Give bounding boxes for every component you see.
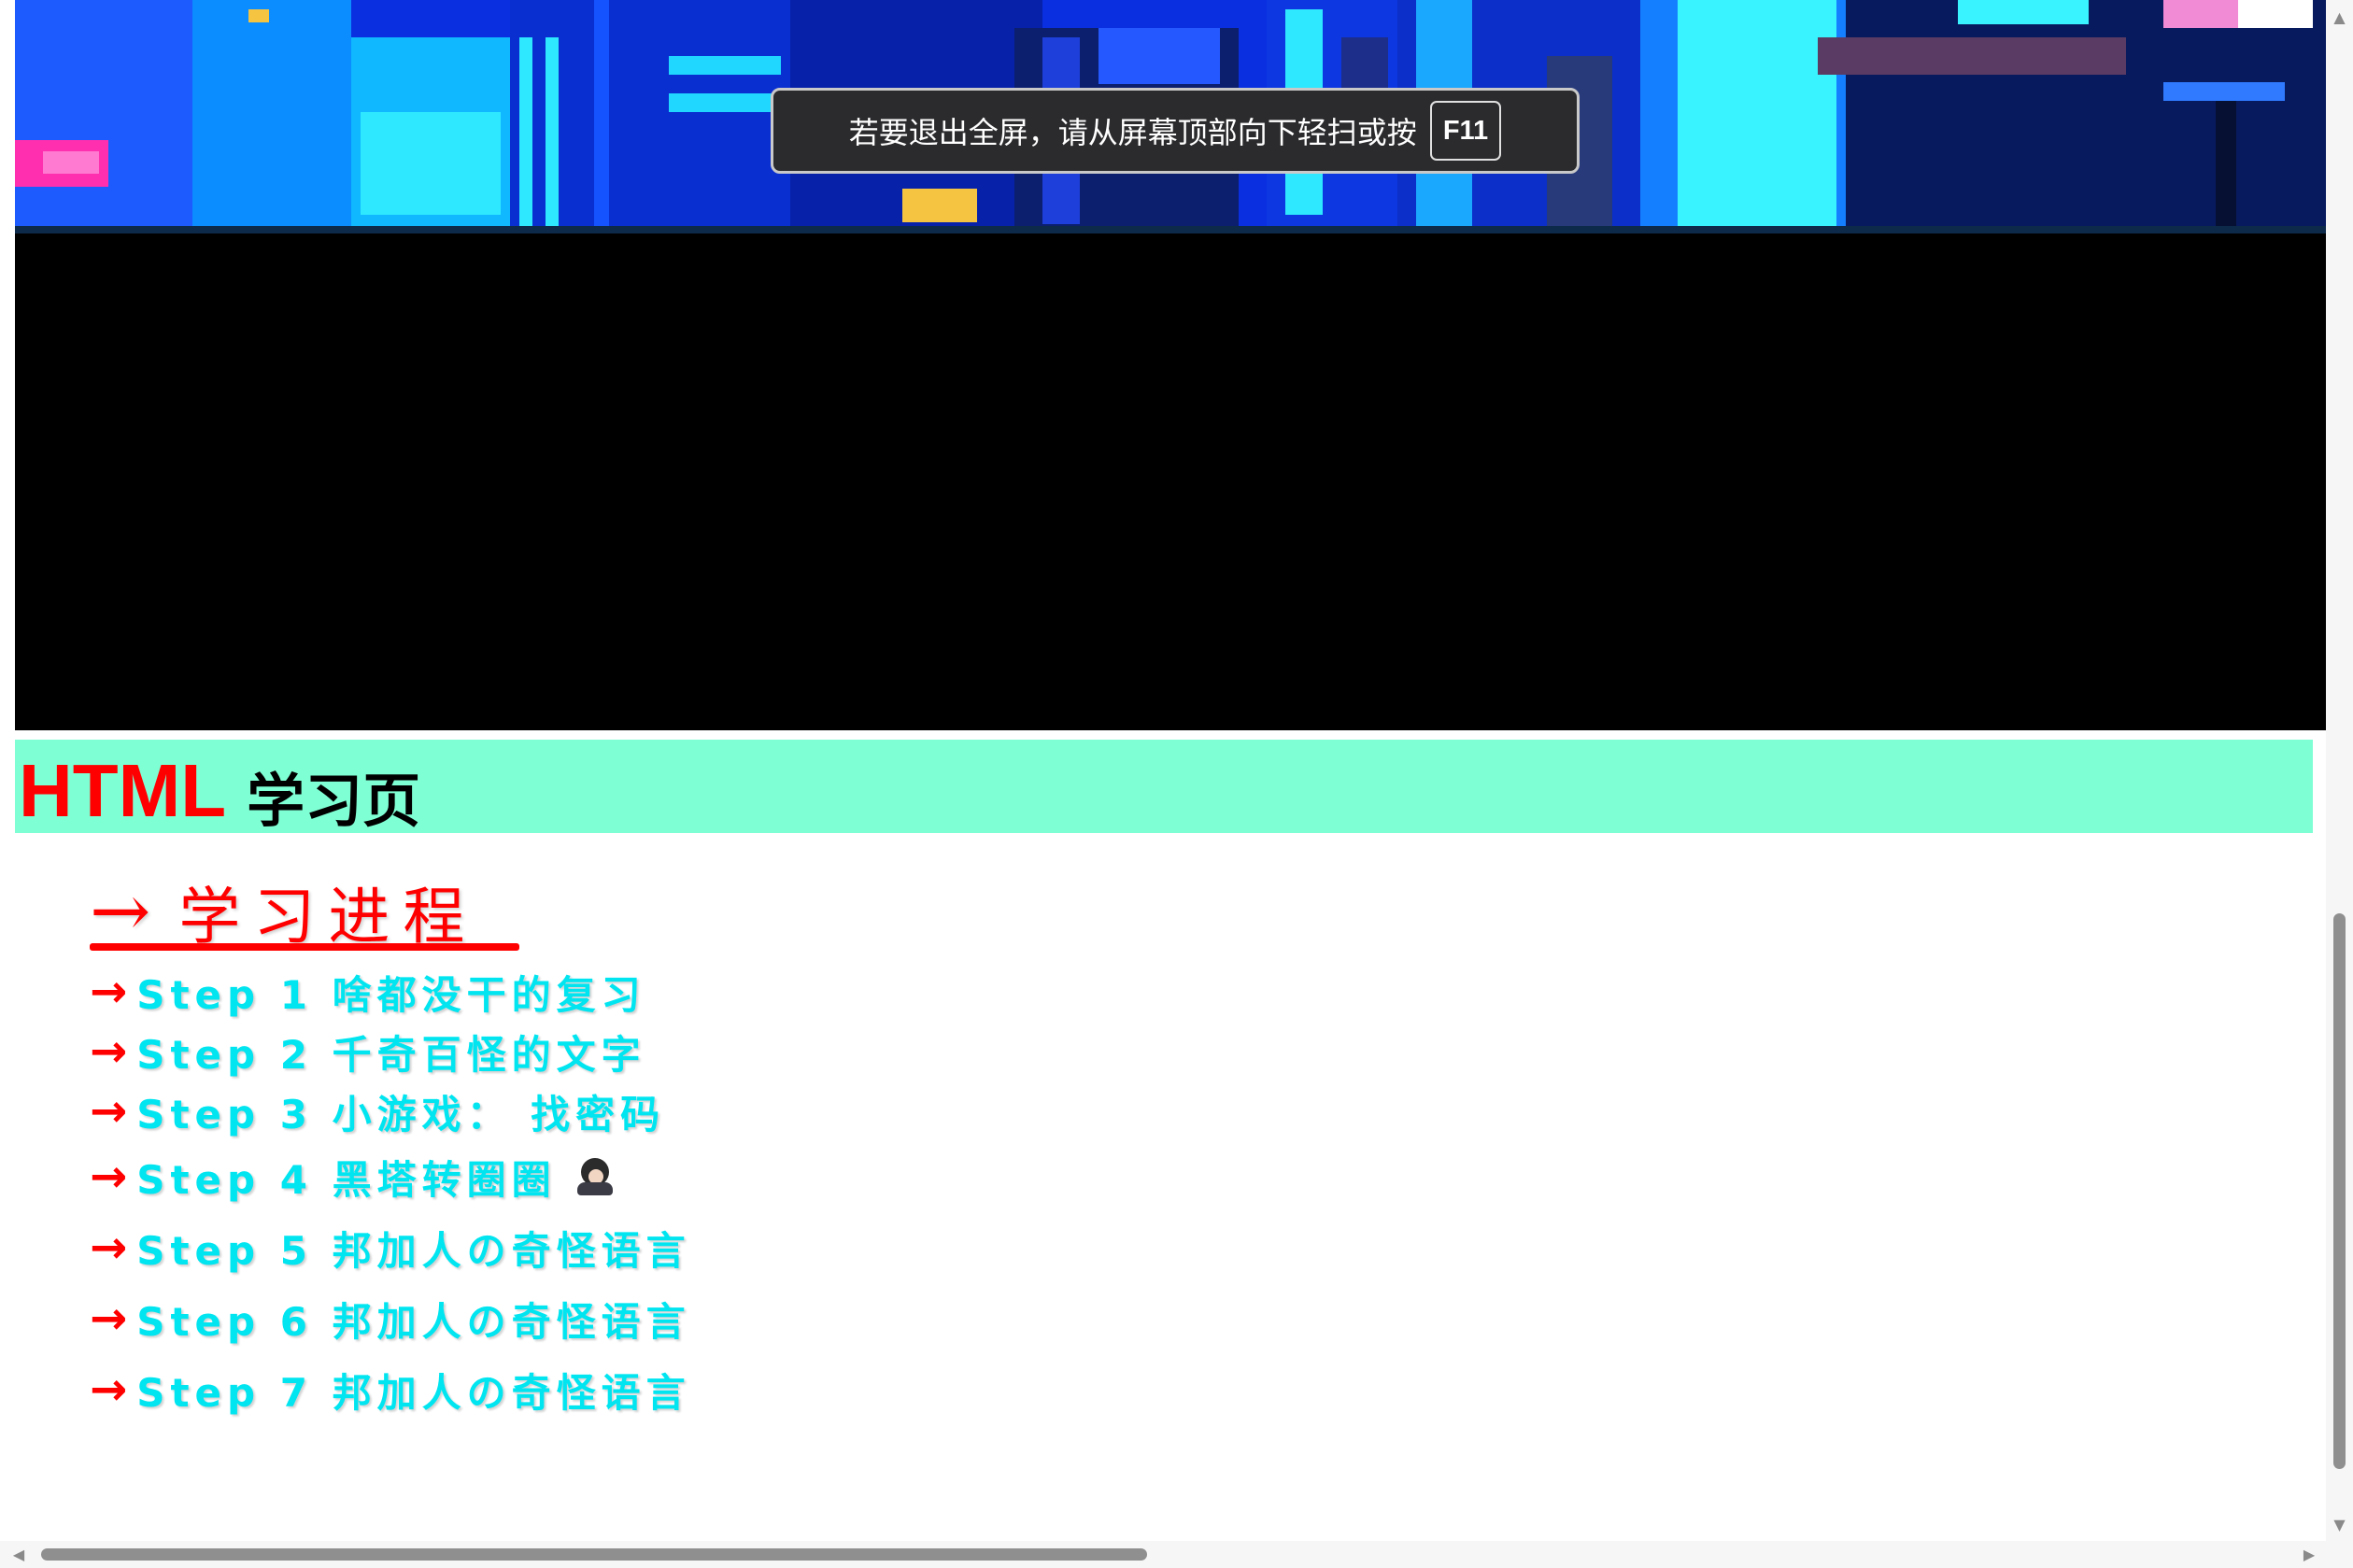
step-label[interactable]: Step 4 黑塔转圈圈 [136,1149,556,1206]
step-label[interactable]: Step 7 邦加人の奇怪语言 [136,1362,690,1419]
arrow-right-icon: → [90,869,151,954]
fullscreen-exit-toast: 若要退出全屏，请从屏幕顶部向下轻扫或按 F11 [771,88,1580,174]
vertical-scroll-thumb[interactable] [2333,913,2346,1469]
steps-list: → Step 1 啥都没干的复习 → Step 2 千奇百怪的文字 → Step… [90,962,691,1425]
step-label[interactable]: Step 2 千奇百怪的文字 [136,1024,645,1081]
page-title: HTML [19,749,227,832]
f11-key-badge: F11 [1429,101,1502,161]
step-link-2[interactable]: → Step 2 千奇百怪的文字 [90,1022,691,1081]
step-label[interactable]: Step 3 小游戏： 找密码 [136,1083,665,1140]
vertical-scrollbar[interactable]: ▲ ▼ [2326,0,2353,1541]
horizontal-scrollbar[interactable]: ◀ ▶ [0,1541,2326,1568]
step-link-4[interactable]: → Step 4 黑塔转圈圈 [90,1141,691,1212]
character-avatar-icon [576,1158,615,1195]
step-link-7[interactable]: → Step 7 邦加人の奇怪语言 [90,1354,691,1425]
chevron-down-icon[interactable]: ▼ [2326,1511,2353,1537]
chevron-left-icon[interactable]: ◀ [6,1541,32,1568]
scrollbar-corner [2326,1541,2353,1568]
page-subtitle: 学习页 [247,767,421,835]
arrow-right-icon: → [90,1151,128,1203]
step-label[interactable]: Step 1 啥都没干的复习 [136,964,645,1021]
black-media-area [15,233,2326,730]
progress-heading-underline [90,943,519,951]
progress-heading: → 学习进程 [90,869,477,954]
arrow-right-icon: → [90,1025,128,1078]
step-link-5[interactable]: → Step 5 邦加人の奇怪语言 [90,1212,691,1283]
chevron-up-icon[interactable]: ▲ [2326,4,2353,30]
banner-bottom-edge [15,226,2326,233]
fullscreen-toast-message: 若要退出全屏，请从屏幕顶部向下轻扫或按 [848,115,1417,150]
step-link-6[interactable]: → Step 6 邦加人の奇怪语言 [90,1283,691,1354]
step-label[interactable]: Step 6 邦加人の奇怪语言 [136,1291,690,1348]
step-link-3[interactable]: → Step 3 小游戏： 找密码 [90,1081,691,1141]
arrow-right-icon: → [90,1222,128,1274]
arrow-right-icon: → [90,1085,128,1137]
arrow-right-icon: → [90,1363,128,1416]
chevron-right-icon[interactable]: ▶ [2296,1541,2322,1568]
arrow-right-icon: → [90,1293,128,1345]
step-label[interactable]: Step 5 邦加人の奇怪语言 [136,1220,690,1277]
browser-viewport: 若要退出全屏，请从屏幕顶部向下轻扫或按 F11 HTML 学习页 → 学习进程 … [0,0,2353,1568]
page-header: HTML 学习页 [15,740,2313,835]
step-link-1[interactable]: → Step 1 啥都没干的复习 [90,962,691,1022]
horizontal-scroll-thumb[interactable] [41,1548,1147,1561]
arrow-right-icon: → [90,966,128,1018]
